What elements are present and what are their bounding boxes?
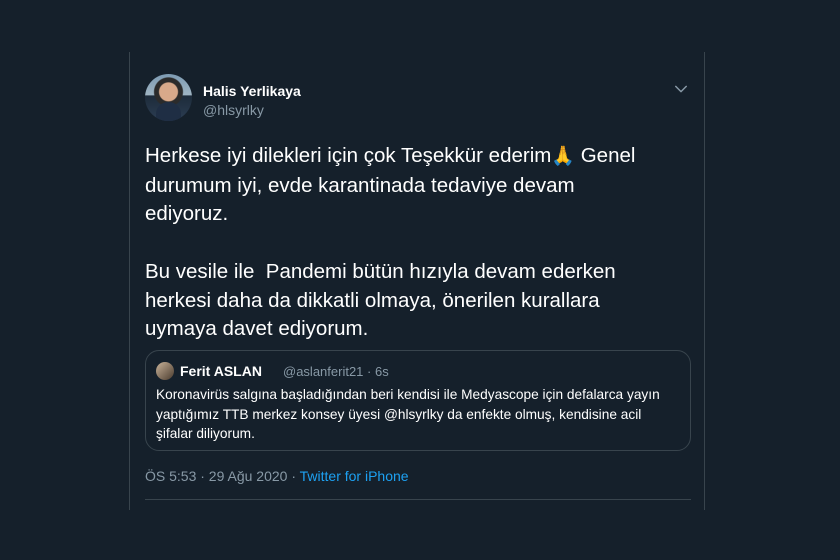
folded-hands-emoji: 🙏 bbox=[551, 146, 576, 167]
tweet-text: Herkese iyi dilekleri için çok Teşekkür … bbox=[145, 142, 690, 344]
quoted-tweet[interactable]: Ferit ASLAN @aslanferit21 · 6s Koronavir… bbox=[145, 350, 691, 451]
tweet-card: Halis Yerlikaya @hlsyrlky Herkese iyi di… bbox=[129, 52, 705, 510]
tweet-text-part: Herkese iyi dilekleri için çok Teşekkür … bbox=[145, 144, 552, 167]
quoted-tweet-time: 6s bbox=[374, 364, 389, 379]
author-handle[interactable]: @hlsyrlky bbox=[203, 102, 264, 118]
meta-separator: · bbox=[363, 364, 375, 379]
tweet-header: Halis Yerlikaya @hlsyrlky bbox=[145, 74, 690, 126]
quoted-author-handle: @aslanferit21 bbox=[283, 364, 364, 379]
quoted-tweet-header: Ferit ASLAN @aslanferit21 · 6s bbox=[156, 362, 656, 380]
chevron-down-icon[interactable] bbox=[672, 80, 690, 98]
quoted-text-line: şifalar diliyorum. bbox=[156, 426, 255, 441]
author-name[interactable]: Halis Yerlikaya bbox=[203, 83, 301, 99]
tweet-timestamp[interactable]: ÖS 5:53 · 29 Ağu 2020 · bbox=[145, 468, 300, 484]
quoted-author-meta: @aslanferit21 · 6s bbox=[283, 364, 389, 379]
quoted-author-name: Ferit ASLAN bbox=[180, 363, 262, 379]
tweet-source-link[interactable]: Twitter for iPhone bbox=[300, 468, 409, 484]
divider bbox=[145, 499, 691, 500]
quoted-tweet-text: Koronavirüs salgına başladığından beri k… bbox=[156, 385, 686, 444]
tweet-meta: ÖS 5:53 · 29 Ağu 2020 · Twitter for iPho… bbox=[145, 468, 409, 484]
quoted-text-line: yaptığımız TTB merkez konsey üyesi @hlsy… bbox=[156, 406, 642, 422]
tweet-paragraph-2: Bu vesile ile Pandemi bütün hızıyla deva… bbox=[145, 259, 616, 341]
quoted-author-avatar bbox=[156, 362, 174, 380]
author-avatar[interactable] bbox=[145, 74, 192, 121]
quoted-text-line: Koronavirüs salgına başladığından beri k… bbox=[156, 387, 660, 402]
tweet-paragraph-1: Herkese iyi dilekleri için çok Teşekkür … bbox=[145, 142, 690, 229]
